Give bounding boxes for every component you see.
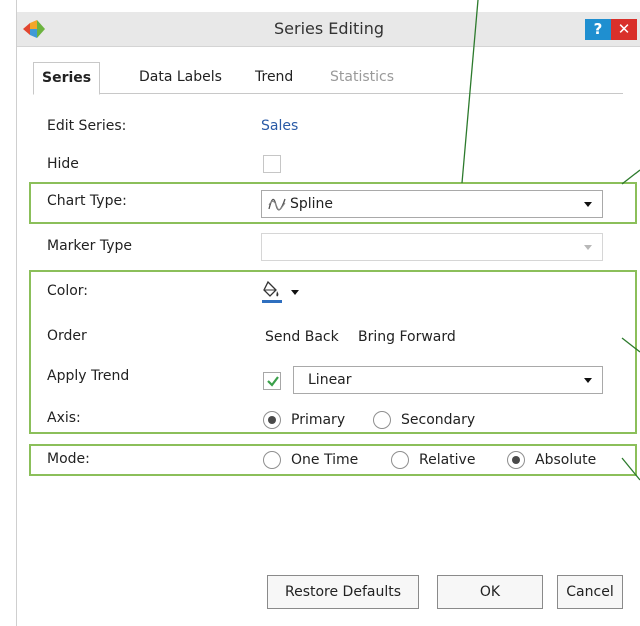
color-label: Color: (47, 283, 89, 299)
chevron-down-icon (584, 245, 592, 250)
chart-type-label: Chart Type: (47, 193, 127, 209)
spline-chart-icon (268, 198, 286, 211)
series-editing-dialog: Series Editing ? ✕ Series Data Labels Tr… (16, 0, 640, 626)
chevron-down-icon (291, 290, 299, 295)
chart-type-select[interactable]: Spline (261, 190, 603, 218)
cancel-button[interactable]: Cancel (557, 575, 623, 609)
axis-primary-label[interactable]: Primary (291, 412, 345, 428)
help-button[interactable]: ? (585, 19, 611, 40)
marker-type-label: Marker Type (47, 238, 132, 254)
tab-trend[interactable]: Trend (247, 62, 301, 92)
tab-statistics: Statistics (330, 69, 394, 85)
tab-strip: Series Data Labels Trend Statistics (33, 62, 623, 95)
hide-checkbox[interactable] (263, 155, 281, 173)
mode-one-time-radio[interactable] (263, 451, 281, 469)
mode-label: Mode: (47, 451, 90, 467)
checkmark-icon (267, 376, 279, 387)
window-title: Series Editing (273, 19, 384, 38)
mode-relative-label[interactable]: Relative (419, 452, 475, 468)
apply-trend-label: Apply Trend (47, 368, 130, 384)
title-bar[interactable]: Series Editing ? ✕ (17, 12, 640, 47)
axis-secondary-radio[interactable] (373, 411, 391, 429)
bring-forward-link[interactable]: Bring Forward (358, 329, 456, 345)
tab-series[interactable]: Series (33, 62, 101, 95)
hide-label: Hide (47, 156, 79, 172)
appearance-highlight (29, 270, 637, 434)
mode-relative-radio[interactable] (391, 451, 409, 469)
chevron-down-icon (584, 378, 592, 383)
trend-type-select[interactable]: Linear (293, 366, 603, 394)
marker-type-select[interactable] (261, 233, 603, 261)
color-picker-button[interactable] (261, 280, 317, 306)
trend-type-value: Linear (308, 372, 352, 388)
paint-bucket-icon (262, 280, 282, 303)
close-button[interactable]: ✕ (611, 19, 637, 40)
chevron-down-icon (584, 202, 592, 207)
send-back-link[interactable]: Send Back (265, 329, 339, 345)
axis-primary-radio[interactable] (263, 411, 281, 429)
axis-label: Axis: (47, 410, 81, 426)
order-label: Order (47, 328, 87, 344)
edit-series-value[interactable]: Sales (261, 118, 298, 134)
chart-type-value: Spline (290, 196, 334, 212)
apply-trend-checkbox[interactable] (263, 372, 281, 390)
edit-series-label: Edit Series: (47, 118, 127, 134)
mode-absolute-radio[interactable] (507, 451, 525, 469)
axis-secondary-label[interactable]: Secondary (401, 412, 475, 428)
restore-defaults-button[interactable]: Restore Defaults (267, 575, 419, 609)
mode-absolute-label[interactable]: Absolute (535, 452, 596, 468)
ok-button[interactable]: OK (437, 575, 543, 609)
mode-one-time-label[interactable]: One Time (291, 452, 358, 468)
tab-data-labels[interactable]: Data Labels (131, 62, 230, 92)
